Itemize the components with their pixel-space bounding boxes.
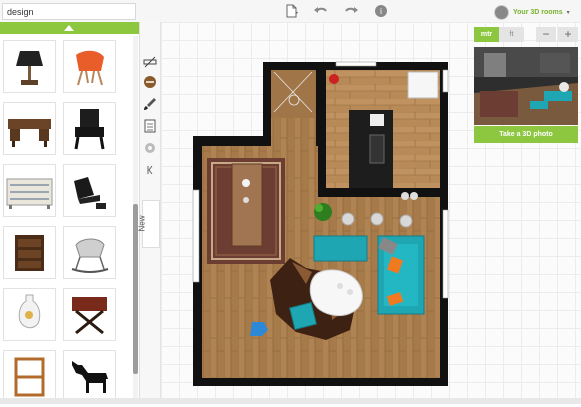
- zoom-in-button[interactable]: +: [558, 27, 578, 42]
- orange-chair-image: [76, 50, 104, 86]
- new-tab[interactable]: New: [138, 200, 160, 248]
- collapse-icon[interactable]: [142, 162, 158, 178]
- coffee-table-item-2: [347, 289, 353, 295]
- bar-stool-2: [410, 192, 418, 200]
- red-bowl: [329, 74, 339, 84]
- settings-icon[interactable]: [142, 140, 158, 156]
- stool-1: [341, 212, 355, 226]
- kitchen-counter[interactable]: [407, 71, 439, 99]
- coffee-table-item-1: [337, 283, 343, 289]
- kitchen-wall-bottom: [318, 188, 448, 197]
- kitchen-wall-left: [318, 62, 326, 196]
- user-menu[interactable]: Your 3D rooms ▾: [494, 4, 570, 20]
- catalog-item-wooden-desk[interactable]: [3, 102, 56, 155]
- chevron-up-icon[interactable]: [64, 25, 74, 31]
- avatar[interactable]: [494, 4, 509, 20]
- 3d-preview[interactable]: [474, 47, 578, 125]
- teal-ottoman[interactable]: [313, 235, 368, 262]
- catalog-item-table-lamp[interactable]: [3, 40, 56, 93]
- stool-3: [399, 214, 413, 228]
- lounge-chair-image: [74, 177, 106, 209]
- search-input[interactable]: [2, 3, 136, 20]
- window-left: [192, 189, 200, 283]
- folding-table-image: [72, 297, 107, 335]
- catalog-item-white-vase[interactable]: [3, 288, 56, 341]
- furniture-icon[interactable]: [142, 74, 158, 90]
- stool-2: [370, 212, 384, 226]
- bar-stool-1: [401, 192, 409, 200]
- take-3d-photo-button[interactable]: Take a 3D photo: [474, 126, 578, 143]
- horse-statue-image: [72, 361, 108, 393]
- baroque-armchair-image: [74, 109, 105, 150]
- sink: [369, 134, 385, 164]
- unit-toggle[interactable]: mtr ft: [474, 27, 524, 42]
- checklist-icon[interactable]: [142, 118, 158, 134]
- 3d-preview-image: [474, 47, 578, 125]
- unit-ft-button[interactable]: ft: [499, 27, 524, 42]
- svg-text:i: i: [380, 7, 382, 16]
- plant-leaf: [315, 204, 323, 212]
- bottom-bar: [0, 398, 581, 404]
- dining-centerpiece: [242, 179, 250, 187]
- new-file-icon[interactable]: [284, 4, 298, 18]
- wooden-armchair-image: [14, 357, 45, 397]
- chevron-down-icon[interactable]: ▾: [567, 9, 570, 16]
- wooden-cabinet-image: [15, 235, 44, 271]
- draw-wall-icon[interactable]: [142, 54, 158, 70]
- catalog-item-painted-chest[interactable]: [3, 164, 56, 217]
- unit-mtr-button[interactable]: mtr: [474, 27, 499, 42]
- catalog-item-baroque-armchair[interactable]: [63, 102, 116, 155]
- paint-brush-icon[interactable]: [142, 96, 158, 112]
- zoom-out-button[interactable]: −: [536, 27, 556, 42]
- catalog-item-folding-table[interactable]: [63, 288, 116, 341]
- rocking-chair-image: [71, 238, 109, 273]
- white-vase-image: [18, 294, 41, 329]
- wooden-desk-image: [8, 119, 51, 147]
- dining-table[interactable]: [231, 163, 263, 247]
- staircase[interactable]: [271, 70, 315, 118]
- dining-plate: [243, 197, 249, 203]
- table-lamp-image: [16, 51, 43, 85]
- collapse-catalog-button[interactable]: [0, 22, 139, 34]
- undo-icon[interactable]: [314, 4, 328, 18]
- catalog-item-horse-statue[interactable]: [63, 350, 116, 403]
- cooktop: [370, 114, 384, 126]
- painted-chest-image: [6, 178, 53, 209]
- catalog-item-lounge-chair[interactable]: [63, 164, 116, 217]
- catalog-sidebar: [0, 22, 140, 404]
- catalog-item-wooden-armchair[interactable]: [3, 350, 56, 403]
- catalog-item-rocking-chair[interactable]: [63, 226, 116, 279]
- catalog-item-orange-chair[interactable]: [63, 40, 116, 93]
- window-kitchen: [442, 69, 449, 93]
- window-right: [442, 209, 449, 299]
- new-tab-label[interactable]: New: [138, 215, 147, 231]
- teal-armchair[interactable]: [289, 302, 317, 330]
- user-menu-label[interactable]: Your 3D rooms: [513, 9, 563, 16]
- catalog-item-wooden-cabinet[interactable]: [3, 226, 56, 279]
- redo-icon[interactable]: [344, 4, 358, 18]
- help-icon[interactable]: i: [374, 4, 388, 18]
- window-top-kitchen: [335, 61, 377, 67]
- top-toolbar: i Your 3D rooms ▾: [0, 0, 581, 23]
